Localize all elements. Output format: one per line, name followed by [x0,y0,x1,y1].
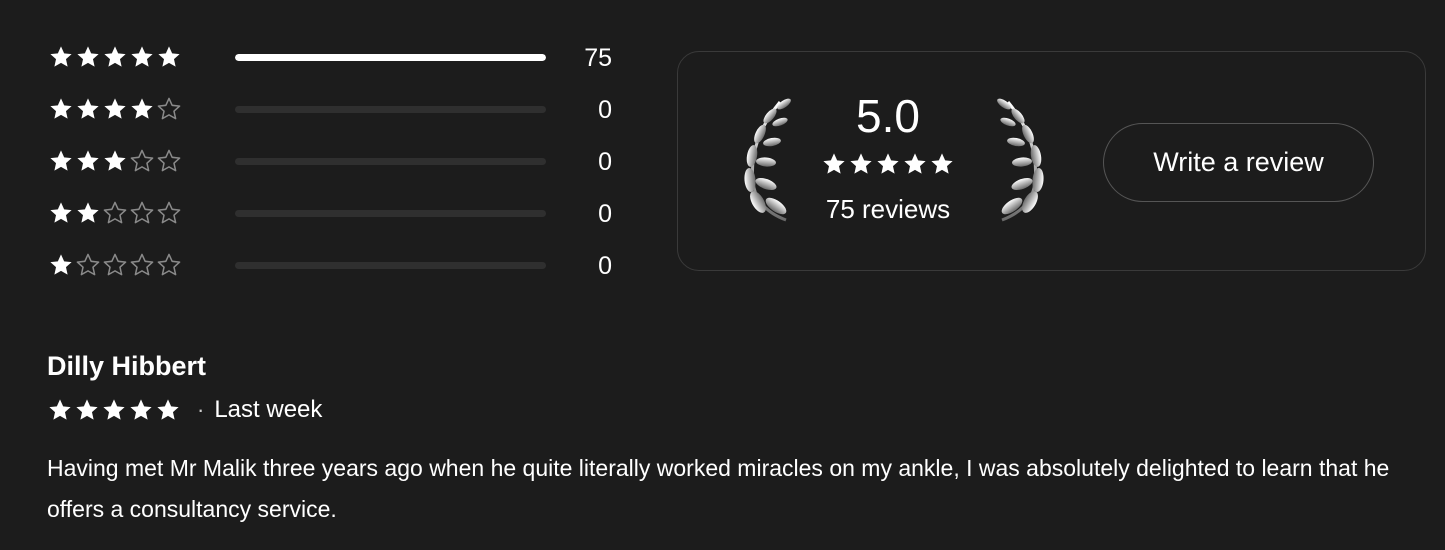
average-stars [821,151,955,177]
star-filled-icon [77,150,99,171]
star-filled-icon [49,399,71,420]
star-filled-icon [157,399,179,420]
star-filled-icon [77,98,99,119]
rating-breakdown: 75 0 0 0 0 [48,32,628,292]
rating-row-2: 0 [48,188,628,240]
rating-row-stars [48,148,182,174]
star-filled-icon [130,399,152,420]
star-filled-icon [158,46,180,67]
star-filled-icon [823,153,845,174]
star-outline-icon [130,201,154,224]
rating-row-stars [48,44,182,70]
reviewer-name: Dilly Hibbert [47,351,207,381]
reviews-widget: 75 0 0 0 0 5.0 75 reviews Write a review… [0,0,1445,550]
star-outline-icon [130,149,154,172]
rating-row-stars [48,200,182,226]
review-count: 75 reviews [825,194,951,224]
rating-count: 0 [598,200,612,228]
star-filled-icon [104,46,126,67]
meta-separator: · [197,397,205,422]
star-filled-icon [50,98,72,119]
star-outline-icon [157,149,181,172]
rating-bar-track [235,106,546,113]
star-outline-icon [103,253,127,276]
star-filled-icon [50,46,72,67]
star-filled-icon [931,153,953,174]
star-filled-icon [77,202,99,223]
rating-row-3: 0 [48,136,628,188]
star-filled-icon [50,202,72,223]
rating-row-stars [48,252,182,278]
rating-bar-track [235,54,546,61]
review-date: Last week [214,396,323,423]
average-score: 5.0 [856,90,920,142]
rating-bar-fill [235,54,546,61]
rating-count: 0 [598,96,612,124]
review-stars [47,397,181,423]
rating-row-5: 75 [48,32,628,84]
star-filled-icon [131,98,153,119]
star-outline-icon [130,253,154,276]
star-outline-icon [157,253,181,276]
review-item: Dilly Hibbert · Last week Having met Mr … [47,346,1417,530]
rating-bar-track [235,158,546,165]
star-outline-icon [103,201,127,224]
star-filled-icon [76,399,98,420]
star-filled-icon [77,46,99,67]
star-filled-icon [904,153,926,174]
star-filled-icon [877,153,899,174]
star-filled-icon [50,254,72,275]
rating-bar-track [235,210,546,217]
review-meta: · Last week [47,394,1417,426]
rating-bar-track [235,262,546,269]
star-filled-icon [131,46,153,67]
star-outline-icon [76,253,100,276]
star-outline-icon [157,97,181,120]
star-filled-icon [50,150,72,171]
rating-row-4: 0 [48,84,628,136]
rating-row-1: 0 [48,240,628,292]
write-review-button[interactable]: Write a review [1103,123,1374,202]
rating-summary-card: 5.0 75 reviews Write a review [677,51,1426,271]
star-filled-icon [850,153,872,174]
laurel-wreath-right-icon [997,98,1044,222]
rating-row-stars [48,96,182,122]
star-outline-icon [157,201,181,224]
review-body: Having met Mr Malik three years ago when… [47,455,1390,522]
rating-count: 0 [598,252,612,280]
star-filled-icon [103,399,125,420]
star-filled-icon [104,98,126,119]
rating-count: 75 [584,44,612,72]
star-filled-icon [104,150,126,171]
rating-count: 0 [598,148,612,176]
